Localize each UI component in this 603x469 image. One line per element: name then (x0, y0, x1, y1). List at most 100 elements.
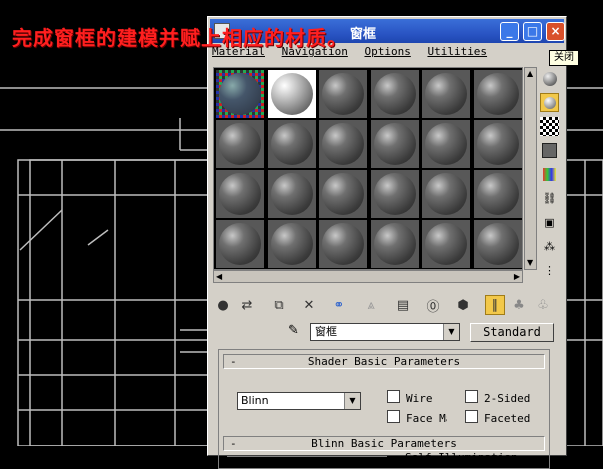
material-sphere-icon (219, 123, 261, 165)
sample-slot[interactable] (422, 120, 470, 168)
face-map-checkbox[interactable]: Face Map (387, 410, 447, 425)
show-end-result-icon[interactable]: ∥ (485, 295, 505, 315)
material-sphere-icon (373, 73, 416, 115)
maximize-button[interactable]: □ (523, 22, 542, 41)
sample-slot[interactable] (216, 70, 264, 118)
material-id-channel-icon[interactable]: ⓪ (423, 295, 443, 315)
sample-slot[interactable] (267, 120, 316, 168)
sample-slot[interactable] (267, 70, 316, 118)
go-to-parent-icon[interactable]: ♣ (509, 295, 529, 315)
scroll-down-icon[interactable]: ▼ (527, 258, 533, 268)
sample-slot[interactable] (422, 70, 470, 118)
material-sphere-icon (476, 173, 519, 215)
wire-checkbox[interactable]: Wire (387, 390, 447, 405)
material-sphere-icon (425, 73, 467, 115)
video-check-icon[interactable] (540, 165, 559, 184)
material-type-button[interactable]: Standard (470, 323, 554, 342)
assign-to-selection-icon[interactable]: ⧉ (269, 295, 289, 315)
sample-slot[interactable] (422, 220, 470, 268)
faceted-checkbox[interactable]: Faceted (465, 410, 530, 425)
sample-slot[interactable] (319, 70, 367, 118)
material-editor-window: 窗框 _ □ × Material Navigation Options Uti… (207, 16, 567, 469)
shader-rollout-title: Shader Basic Parameters (307, 355, 461, 368)
sample-slot[interactable] (370, 120, 419, 168)
material-sphere-icon (373, 123, 416, 165)
material-name-dropdown-icon[interactable]: ▼ (443, 324, 459, 340)
scroll-right-icon[interactable]: ▶ (514, 272, 520, 282)
sample-slot[interactable] (370, 170, 419, 218)
material-map-navigator-icon[interactable]: ⋮ (540, 261, 559, 280)
material-sphere-icon (373, 223, 416, 265)
sample-slot[interactable] (216, 120, 264, 168)
shader-dropdown-icon[interactable]: ▼ (344, 393, 360, 409)
sample-slot[interactable] (370, 70, 419, 118)
sample-slot[interactable] (216, 220, 264, 268)
sample-type-icon[interactable] (540, 69, 559, 88)
material-sphere-icon (476, 73, 519, 115)
two-sided-checkbox[interactable]: 2-Sided (465, 390, 530, 405)
material-sphere-icon (322, 73, 364, 115)
material-sphere-icon (219, 173, 261, 215)
menu-utilities[interactable]: Utilities (427, 45, 487, 58)
material-toolbar: ● ⇄ ⧉ ✕ ⚭ ⩓ ▤ ⓪ ⬢ ∥ ♣ ♧ (213, 295, 558, 317)
sample-slot[interactable] (319, 220, 367, 268)
background-icon[interactable] (540, 117, 559, 136)
sample-slot[interactable] (370, 220, 419, 268)
parameters-panel: - Shader Basic Parameters Blinn ▼ Wire 2… (218, 349, 550, 469)
make-copy-icon[interactable]: ⚭ (329, 295, 349, 315)
material-sphere-icon (425, 223, 467, 265)
blinn-rollout-title: Blinn Basic Parameters (311, 437, 457, 450)
minimize-button[interactable]: _ (500, 22, 519, 41)
go-forward-sibling-icon[interactable]: ♧ (533, 295, 553, 315)
sample-slot[interactable] (267, 220, 316, 268)
show-map-icon[interactable]: ⬢ (453, 295, 473, 315)
face-map-label: Face Map (406, 412, 447, 425)
sample-slot[interactable] (473, 170, 522, 218)
ambient-diffuse-group (227, 456, 387, 467)
material-sphere-icon (270, 223, 313, 265)
shader-rollout-header[interactable]: - Shader Basic Parameters (223, 354, 545, 369)
material-sphere-icon (476, 123, 519, 165)
close-button[interactable]: × (546, 22, 565, 41)
sample-slot[interactable] (319, 120, 367, 168)
sample-slot[interactable] (473, 70, 522, 118)
uv-tiling-icon[interactable] (540, 141, 559, 160)
put-to-scene-icon[interactable]: ⇄ (237, 295, 257, 315)
horizontal-scrollbar[interactable]: ◀ ▶ (213, 270, 523, 283)
shader-type-select[interactable]: Blinn ▼ (237, 392, 361, 410)
put-to-library-icon[interactable]: ▤ (393, 295, 413, 315)
vertical-scrollbar[interactable]: ▲ ▼ (524, 67, 537, 270)
material-name-field[interactable]: 窗框 ▼ (310, 323, 460, 341)
close-tooltip: 关闭 (549, 50, 579, 66)
make-preview-icon[interactable]: ⛓ (540, 189, 559, 208)
reset-map-icon[interactable]: ✕ (299, 295, 319, 315)
material-sphere-icon (219, 223, 261, 265)
material-sphere-icon (425, 123, 467, 165)
wire-label: Wire (406, 392, 433, 405)
material-sphere-icon (270, 73, 313, 115)
material-sphere-icon (476, 223, 519, 265)
two-sided-label: 2-Sided (484, 392, 531, 405)
options-icon[interactable]: ▣ (540, 213, 559, 232)
material-sphere-icon (270, 173, 313, 215)
make-unique-icon[interactable]: ⩓ (361, 295, 381, 315)
scroll-left-icon[interactable]: ◀ (216, 272, 222, 282)
sample-slot[interactable] (473, 120, 522, 168)
material-sphere-icon (219, 73, 261, 115)
sample-slots-grid (213, 67, 523, 270)
blinn-rollout-header[interactable]: - Blinn Basic Parameters (223, 436, 545, 451)
backlight-icon[interactable] (540, 93, 559, 112)
pick-material-icon[interactable]: ✎ (288, 323, 304, 339)
material-sphere-icon (322, 223, 364, 265)
sample-slot[interactable] (319, 170, 367, 218)
menu-options[interactable]: Options (364, 45, 410, 58)
material-name-value: 窗框 (315, 325, 337, 338)
scroll-up-icon[interactable]: ▲ (527, 69, 533, 79)
select-by-material-icon[interactable]: ⁂ (540, 237, 559, 256)
sample-slot[interactable] (473, 220, 522, 268)
sample-slot[interactable] (267, 170, 316, 218)
sample-slot[interactable] (422, 170, 470, 218)
get-material-icon[interactable]: ● (213, 295, 233, 315)
sample-slot[interactable] (216, 170, 264, 218)
shader-value: Blinn (241, 394, 269, 407)
